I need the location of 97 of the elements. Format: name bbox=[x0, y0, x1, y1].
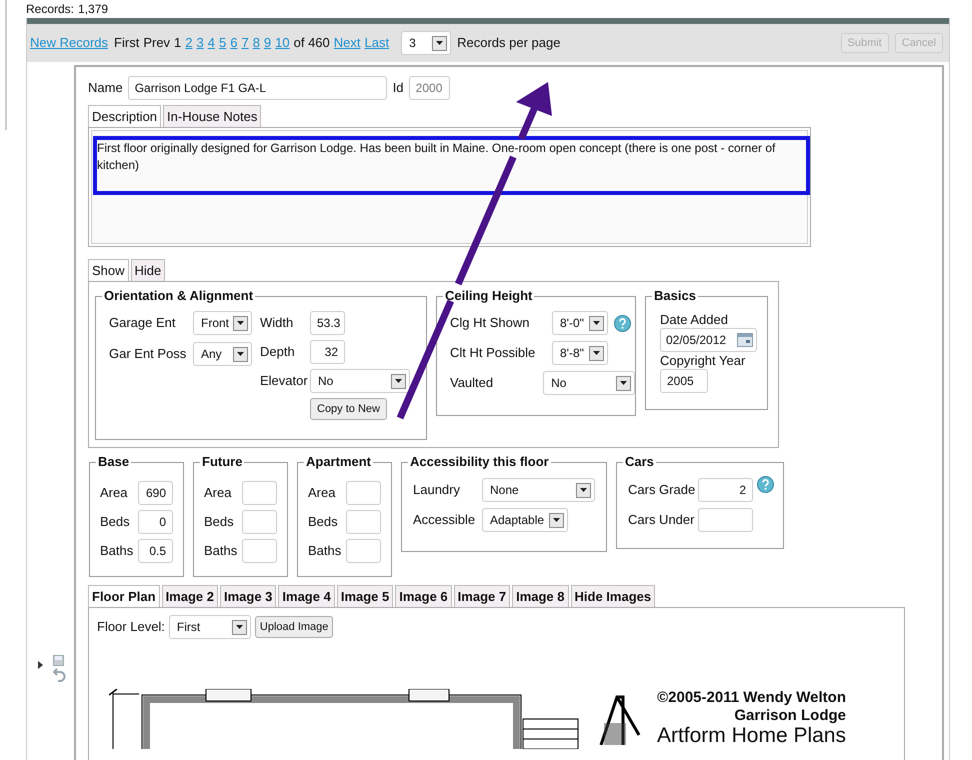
field-label: Baths bbox=[308, 542, 342, 560]
expand-icon[interactable] bbox=[38, 661, 43, 669]
tab[interactable]: Hide Images bbox=[570, 585, 656, 607]
field-label: Area bbox=[204, 484, 232, 502]
dropdown-field[interactable]: No bbox=[310, 369, 410, 393]
field-label: Beds bbox=[100, 513, 131, 532]
dropdown-field[interactable]: No bbox=[543, 371, 635, 395]
field-label: Cars Grade bbox=[628, 481, 696, 499]
field-label: Gar Ent Poss bbox=[109, 345, 188, 364]
field-label: Copyright Year bbox=[660, 352, 746, 369]
input-field[interactable] bbox=[242, 510, 277, 534]
tab[interactable]: Description bbox=[88, 105, 162, 127]
per-page-label: Records per page bbox=[457, 34, 560, 52]
tab[interactable]: Image 5 bbox=[336, 585, 394, 607]
field-label: Baths bbox=[100, 542, 134, 560]
id-label: Id bbox=[392, 79, 404, 98]
input-field[interactable]: 0.5 bbox=[138, 539, 173, 563]
dropdown-field[interactable]: Any bbox=[193, 342, 252, 366]
field-label: Area bbox=[308, 484, 336, 502]
fieldset-title: Apartment bbox=[304, 454, 374, 470]
field-label: Garage Ent bbox=[109, 314, 176, 332]
floor-level-label: Floor Level: bbox=[97, 618, 165, 636]
input-field[interactable] bbox=[242, 539, 277, 563]
field-label: Laundry bbox=[413, 481, 461, 500]
field-label: Baths bbox=[204, 542, 238, 560]
fieldset-title: Ceiling Height bbox=[443, 288, 534, 304]
field-label: Area bbox=[100, 484, 128, 502]
date-field[interactable]: 02/05/2012 bbox=[660, 328, 757, 352]
tab[interactable]: Show bbox=[88, 259, 129, 281]
dropdown-icon[interactable] bbox=[589, 316, 604, 330]
dropdown-icon[interactable] bbox=[549, 512, 564, 528]
dropdown-field[interactable]: Adaptable bbox=[482, 508, 568, 532]
dropdown-icon[interactable] bbox=[232, 620, 247, 634]
dropdown-icon[interactable] bbox=[576, 482, 591, 498]
dropdown-icon[interactable] bbox=[432, 36, 448, 50]
field-label: Depth bbox=[260, 343, 296, 362]
page-count: of 460 bbox=[294, 34, 330, 52]
input-field[interactable] bbox=[242, 481, 277, 505]
input-field[interactable]: 690 bbox=[138, 481, 173, 505]
field-label: Elevator bbox=[260, 372, 309, 390]
records-label: Records: bbox=[26, 2, 74, 18]
input-field[interactable]: Garrison Lodge F1 GA-L bbox=[128, 76, 387, 100]
tab[interactable]: Floor Plan bbox=[88, 585, 160, 607]
field-label: Cars Under bbox=[628, 511, 696, 529]
field-label: Beds bbox=[204, 513, 235, 532]
input-field[interactable] bbox=[346, 539, 381, 563]
records-count: 1,379 bbox=[78, 2, 108, 18]
dropdown-icon[interactable] bbox=[391, 374, 406, 388]
tab[interactable]: Image 2 bbox=[162, 585, 218, 607]
dropdown-field[interactable]: Front bbox=[193, 311, 252, 335]
input-field[interactable]: 53.3 bbox=[310, 311, 345, 335]
input-field[interactable]: 2 bbox=[698, 478, 753, 502]
dropdown-icon[interactable] bbox=[233, 316, 248, 330]
field-label: Date Added bbox=[660, 311, 729, 328]
input-field[interactable]: 0 bbox=[138, 510, 173, 534]
plan-credit: Garrison Lodge bbox=[734, 707, 846, 725]
prev-label: Prev bbox=[143, 34, 170, 52]
input-field[interactable]: 2005 bbox=[660, 369, 708, 393]
input-field[interactable]: 32 bbox=[310, 340, 345, 364]
dropdown-icon[interactable] bbox=[589, 346, 604, 360]
tab[interactable]: Hide bbox=[130, 259, 166, 281]
help-icon[interactable] bbox=[614, 314, 631, 332]
dropdown-field[interactable]: 8'-8" bbox=[552, 341, 608, 365]
upload-image-button[interactable]: Upload Image bbox=[254, 616, 334, 638]
input-field[interactable] bbox=[346, 481, 381, 505]
calendar-icon bbox=[737, 333, 753, 347]
name-label: Name bbox=[88, 79, 123, 98]
dropdown-field[interactable]: 3 bbox=[401, 31, 452, 55]
tab[interactable]: Image 4 bbox=[278, 585, 335, 607]
tab[interactable]: Image 8 bbox=[512, 585, 569, 607]
field-label: Accessible bbox=[413, 511, 476, 530]
page-link[interactable]: 1 bbox=[174, 33, 182, 53]
description-field[interactable]: First floor originally designed for Garrison Lodge. Has been built in Maine. One-room open concept (there is one post - corner of kitchen) bbox=[91, 130, 808, 244]
field-label: Width bbox=[260, 314, 294, 332]
field-label: Clg Ht Shown bbox=[450, 314, 530, 332]
tab[interactable]: Image 3 bbox=[220, 585, 276, 607]
input-field[interactable] bbox=[698, 508, 753, 532]
dropdown-field[interactable]: None bbox=[482, 478, 595, 502]
fieldset-title: Accessibility this floor bbox=[408, 454, 551, 470]
tab[interactable]: Image 6 bbox=[395, 585, 452, 607]
plan-credit: ©2005-2011 Wendy Welton bbox=[657, 689, 846, 707]
field-label: Clt Ht Possible bbox=[450, 344, 536, 362]
plan-credit: Artform Home Plans bbox=[656, 725, 846, 747]
dropdown-icon[interactable] bbox=[233, 346, 248, 362]
tab[interactable]: In-House Notes bbox=[163, 105, 262, 127]
id-field[interactable]: 2000 bbox=[408, 76, 450, 100]
first-label: First bbox=[114, 34, 140, 52]
dropdown-icon[interactable] bbox=[616, 376, 631, 390]
field-label: Vaulted bbox=[450, 374, 494, 392]
input-field[interactable] bbox=[346, 510, 381, 534]
dropdown-field[interactable]: 8'-0" bbox=[552, 311, 608, 335]
tab[interactable]: Image 7 bbox=[454, 585, 510, 607]
fieldset-title: Orientation & Alignment bbox=[102, 288, 256, 304]
help-icon[interactable] bbox=[757, 476, 774, 493]
dropdown-field[interactable]: First bbox=[168, 615, 251, 639]
field-label: Beds bbox=[308, 513, 339, 532]
copy-to-new-button[interactable]: Copy to New bbox=[310, 398, 387, 420]
